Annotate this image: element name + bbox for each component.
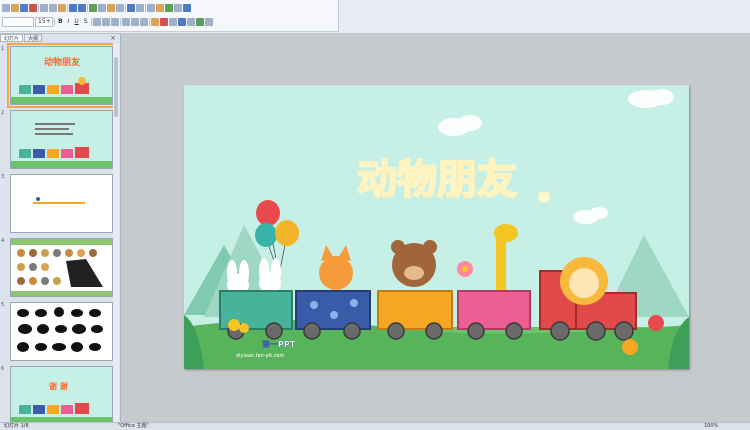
undo-icon[interactable] [69, 4, 77, 12]
slide-thumb-4-preview [11, 239, 112, 296]
redo-icon[interactable] [78, 4, 86, 12]
slide-title[interactable]: 动物朋友 [356, 156, 518, 204]
tab-outline[interactable]: 大纲 [24, 34, 43, 42]
watermark-text: 第一PPT [262, 339, 296, 349]
copy-icon[interactable] [49, 4, 57, 12]
save-icon[interactable] [20, 4, 28, 12]
design-icon[interactable] [156, 4, 164, 12]
align-left-icon[interactable] [92, 18, 101, 26]
find-icon[interactable] [204, 18, 213, 26]
pane-tabs: 幻灯片 大纲 × [0, 34, 120, 42]
slide-thumb-2[interactable] [10, 110, 113, 169]
cut-icon[interactable] [40, 4, 48, 12]
scrollbar-thumb[interactable] [114, 57, 118, 117]
open-icon[interactable] [11, 4, 19, 12]
insert-picture-icon[interactable] [107, 4, 115, 12]
numbering-icon[interactable] [130, 18, 139, 26]
slide-number: 5 [1, 302, 5, 308]
main-slide[interactable]: 动物朋友 第一PPT diyiaan.fan-plt.com [184, 85, 689, 369]
slide-thumb-1-preview: 动物朋友 [11, 47, 112, 104]
toolbar-row-standard [2, 2, 191, 14]
tab-slides[interactable]: 幻灯片 [0, 34, 24, 42]
thumb-title: 动物朋友 [44, 56, 80, 68]
slide-thumb-4[interactable] [10, 238, 113, 297]
slide-thumb-1[interactable]: 动物朋友 [7, 43, 116, 108]
slide-thumb-2-preview [11, 111, 112, 168]
bold-button[interactable]: B [56, 18, 65, 26]
slide-number: 4 [1, 238, 5, 244]
insert-table-icon[interactable] [98, 4, 106, 12]
info-icon[interactable] [183, 4, 191, 12]
slide-thumb-6-preview: 谢 谢 [11, 367, 112, 424]
italic-button[interactable]: I [66, 18, 72, 26]
slideshow-icon[interactable] [174, 4, 182, 12]
slide-number: 3 [1, 174, 5, 180]
toolbar-row-format: 15+ B I U S [2, 16, 213, 28]
shapes-icon[interactable] [168, 18, 177, 26]
toolbar-panel: 15+ B I U S [0, 0, 339, 32]
paste-icon[interactable] [58, 4, 66, 12]
arrange-icon[interactable] [177, 18, 186, 26]
new-slide-icon[interactable] [116, 4, 124, 12]
help-icon[interactable] [136, 4, 144, 12]
slides-pane: 幻灯片 大纲 × 1 动物朋友 2 3 4 5 6 谢 谢 [0, 34, 121, 425]
slide-thumb-6[interactable]: 谢 谢 [10, 366, 113, 425]
align-right-icon[interactable] [110, 18, 119, 26]
font-name-field[interactable] [2, 17, 34, 27]
effects-icon[interactable] [195, 18, 204, 26]
layout-icon[interactable] [147, 4, 155, 12]
indent-icon[interactable] [139, 18, 148, 26]
quick-styles-icon[interactable] [186, 18, 195, 26]
thumb-title: 谢 谢 [49, 381, 68, 391]
slide-number: 6 [1, 366, 5, 372]
slide-number: 2 [1, 110, 5, 116]
slide-thumb-5[interactable] [10, 302, 113, 361]
close-icon[interactable]: × [110, 34, 116, 42]
insert-chart-icon[interactable] [89, 4, 97, 12]
fill-color-icon[interactable] [150, 18, 159, 26]
underline-button[interactable]: U [72, 18, 80, 26]
slide-thumb-3-preview [11, 175, 112, 232]
watermark-url: diyiaan.fan-plt.com [236, 353, 285, 359]
align-center-icon[interactable] [101, 18, 110, 26]
slide-artwork: 动物朋友 第一PPT diyiaan.fan-plt.com [184, 85, 689, 369]
font-color-icon[interactable] [159, 18, 168, 26]
animation-icon[interactable] [165, 4, 173, 12]
slide-number: 1 [1, 46, 5, 52]
slide-thumb-3[interactable] [10, 174, 113, 233]
bullets-icon[interactable] [121, 18, 130, 26]
zoom-icon[interactable] [127, 4, 135, 12]
new-icon[interactable] [2, 4, 10, 12]
toolbar: 15+ B I U S [0, 0, 750, 34]
print-icon[interactable] [29, 4, 37, 12]
slide-thumb-5-preview [11, 303, 112, 360]
thumbnails-scrollbar[interactable] [113, 43, 119, 422]
font-size-field[interactable]: 15+ [35, 17, 53, 27]
slide-thumbnails: 1 动物朋友 2 3 4 5 6 谢 谢 [0, 43, 116, 425]
strike-button[interactable]: S [82, 18, 90, 26]
